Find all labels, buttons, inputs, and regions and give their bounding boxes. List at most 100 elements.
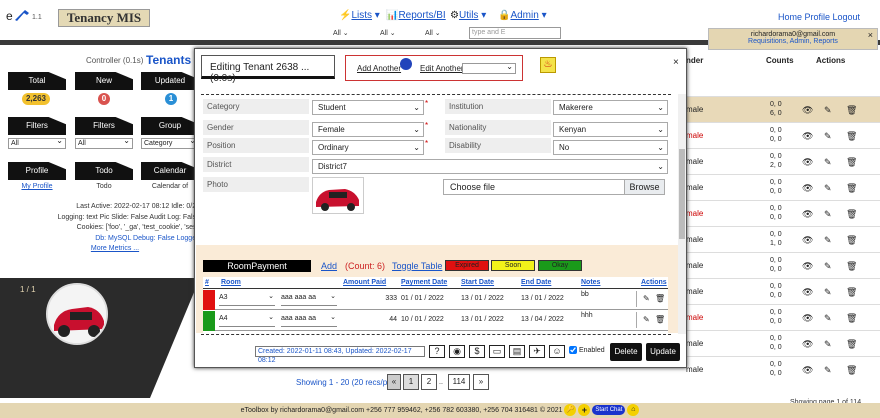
room-select[interactable]: A3 ⌄ bbox=[219, 293, 275, 306]
eye-icon[interactable]: 👁 bbox=[802, 365, 813, 376]
printer-icon[interactable]: ▤ bbox=[509, 345, 525, 358]
brand-title[interactable]: Tenancy MIS bbox=[58, 9, 150, 27]
start-date-input[interactable]: 13 / 01 / 2022 bbox=[461, 295, 504, 302]
col-gender-header[interactable]: nder bbox=[686, 56, 703, 65]
edit-icon[interactable]: ✎ bbox=[824, 339, 832, 350]
nav-lists[interactable]: ⚡Lists ▾ bbox=[339, 10, 380, 21]
modal-scrollbar-thumb[interactable] bbox=[679, 149, 685, 239]
dollar-icon[interactable]: $ bbox=[469, 345, 485, 358]
monitor-icon[interactable]: ▭ bbox=[489, 345, 505, 358]
tile-todo[interactable]: Todo bbox=[75, 162, 133, 180]
filter-dropdown-1[interactable]: All bbox=[8, 136, 66, 149]
eye-icon[interactable]: 👁 bbox=[802, 183, 813, 194]
tile-calendar[interactable]: Calendar bbox=[141, 162, 199, 180]
disability-select[interactable]: No ⌄ bbox=[553, 140, 668, 155]
edit-another-link[interactable]: Edit Another bbox=[420, 64, 464, 73]
position-select[interactable]: Ordinary ⌄ bbox=[312, 140, 424, 155]
search-input[interactable]: type and E bbox=[469, 27, 561, 39]
browse-button[interactable]: Browse bbox=[624, 180, 664, 194]
trash-icon[interactable]: 🗑 bbox=[655, 294, 665, 303]
trash-icon[interactable]: 🗑 bbox=[846, 235, 857, 246]
tile-total[interactable]: Total bbox=[8, 72, 66, 90]
col-notes-header[interactable]: Notes bbox=[581, 279, 600, 286]
trash-icon[interactable]: 🗑 bbox=[846, 157, 857, 168]
my-profile-link[interactable]: My Profile bbox=[8, 183, 66, 190]
start-date-input[interactable]: 13 / 01 / 2022 bbox=[461, 316, 504, 323]
eye-icon[interactable]: 👁 bbox=[802, 339, 813, 350]
edit-another-select[interactable]: ⌄ bbox=[462, 62, 516, 74]
add-another-link[interactable]: Add Another bbox=[357, 64, 401, 73]
prev-page-button[interactable]: « bbox=[387, 374, 401, 390]
table-row[interactable]: male 0, 0 0, 0 👁 ✎ 🗑 bbox=[686, 122, 880, 148]
filter-dropdown-2[interactable]: All bbox=[75, 136, 133, 149]
edit-icon[interactable]: ✎ bbox=[824, 131, 832, 142]
tile-updated[interactable]: Updated bbox=[141, 72, 199, 90]
end-date-input[interactable]: 13 / 01 / 2022 bbox=[521, 295, 564, 302]
add-room-payment-link[interactable]: Add bbox=[321, 261, 337, 271]
edit-icon[interactable]: ✎ bbox=[824, 105, 832, 116]
room-select[interactable]: A4 ⌄ bbox=[219, 314, 275, 327]
tile-filters-1[interactable]: Filters bbox=[8, 117, 66, 135]
eye-icon[interactable]: 👁 bbox=[802, 287, 813, 298]
eye-icon[interactable]: 👁 bbox=[802, 261, 813, 272]
nationality-select[interactable]: Kenyan ⌄ bbox=[553, 122, 668, 137]
filter-select-1[interactable]: All ⌄ bbox=[333, 29, 349, 37]
table-row[interactable]: male 0, 0 0, 0 👁 ✎ 🗑 bbox=[686, 304, 880, 330]
key-icon[interactable]: 🔑 bbox=[564, 404, 577, 417]
eye-icon[interactable]: 👁 bbox=[802, 105, 813, 116]
edit-icon[interactable]: ✎ bbox=[824, 235, 832, 246]
tile-new[interactable]: New bbox=[75, 72, 133, 90]
col-counts-header[interactable]: Counts bbox=[766, 56, 794, 65]
eye-icon[interactable]: ◉ bbox=[449, 345, 465, 358]
table-row[interactable]: male 0, 0 0, 0 👁 ✎ 🗑 bbox=[686, 330, 880, 356]
eye-icon[interactable]: 👁 bbox=[802, 209, 813, 220]
filter-select-2[interactable]: All ⌄ bbox=[380, 29, 396, 37]
col-index-header[interactable]: # bbox=[205, 279, 209, 286]
end-date-input[interactable]: 13 / 04 / 2022 bbox=[521, 316, 564, 323]
trash-icon[interactable]: 🗑 bbox=[655, 315, 665, 324]
group-dropdown[interactable]: Category bbox=[141, 136, 199, 149]
nav-admin[interactable]: 🔒Admin ▾ bbox=[498, 10, 547, 21]
edit-icon[interactable]: ✎ bbox=[824, 157, 832, 168]
eye-icon[interactable]: 👁 bbox=[802, 131, 813, 142]
trash-icon[interactable]: 🗑 bbox=[846, 365, 857, 376]
enabled-checkbox-input[interactable] bbox=[569, 346, 577, 354]
nav-utils[interactable]: ⚙Utils ▾ bbox=[450, 10, 486, 21]
eye-icon[interactable]: 👁 bbox=[802, 313, 813, 324]
col-amount-header[interactable]: Amount Paid bbox=[343, 279, 386, 286]
trash-icon[interactable]: 🗑 bbox=[846, 339, 857, 350]
help-icon[interactable]: ? bbox=[429, 345, 445, 358]
edit-icon[interactable]: ✎ bbox=[824, 261, 832, 272]
next-page-button[interactable]: » bbox=[473, 374, 489, 390]
trash-icon[interactable]: 🗑 bbox=[846, 209, 857, 220]
home-icon[interactable]: ⌂ bbox=[627, 404, 640, 417]
close-button[interactable]: × bbox=[673, 57, 679, 68]
payment-date-input[interactable]: 10 / 01 / 2022 bbox=[401, 316, 444, 323]
more-metrics-link[interactable]: More Metrics ... bbox=[30, 244, 200, 255]
amount-input[interactable]: 44 bbox=[343, 316, 397, 323]
category-select[interactable]: Student ⌄ bbox=[312, 100, 424, 115]
edit-icon[interactable]: ✎ bbox=[824, 209, 832, 220]
table-row[interactable]: male 0, 0 0, 0 👁 ✎ 🗑 bbox=[686, 278, 880, 304]
filter-select-3[interactable]: All ⌄ bbox=[425, 29, 441, 37]
trash-icon[interactable]: 🗑 bbox=[846, 105, 857, 116]
eye-icon[interactable]: 👁 bbox=[802, 235, 813, 246]
trash-icon[interactable]: 🗑 bbox=[846, 183, 857, 194]
table-row[interactable]: male 0, 0 0, 0 👁 ✎ 🗑 bbox=[686, 200, 880, 226]
table-row[interactable]: male 0, 0 2, 0 👁 ✎ 🗑 bbox=[686, 148, 880, 174]
edit-icon[interactable]: ✎ bbox=[643, 294, 650, 303]
app-logo[interactable]: e bbox=[6, 8, 31, 23]
user-icon[interactable] bbox=[400, 58, 412, 70]
gender-select[interactable]: Female ⌄ bbox=[312, 122, 424, 137]
col-payment-date-header[interactable]: Payment Date bbox=[401, 279, 447, 286]
user-links[interactable]: Requisitions, Admin, Reports bbox=[709, 38, 877, 45]
edit-icon[interactable]: ✎ bbox=[824, 183, 832, 194]
edit-icon[interactable]: ✎ bbox=[824, 287, 832, 298]
trash-icon[interactable]: 🗑 bbox=[846, 287, 857, 298]
enabled-checkbox[interactable]: Enabled bbox=[569, 346, 605, 354]
trash-icon[interactable]: 🗑 bbox=[846, 313, 857, 324]
nav-reports[interactable]: 📊Reports/BI bbox=[386, 10, 446, 21]
plus-icon[interactable]: + bbox=[578, 404, 591, 417]
institution-select[interactable]: Makerere ⌄ bbox=[553, 100, 668, 115]
plane-icon[interactable]: ✈ bbox=[529, 345, 545, 358]
